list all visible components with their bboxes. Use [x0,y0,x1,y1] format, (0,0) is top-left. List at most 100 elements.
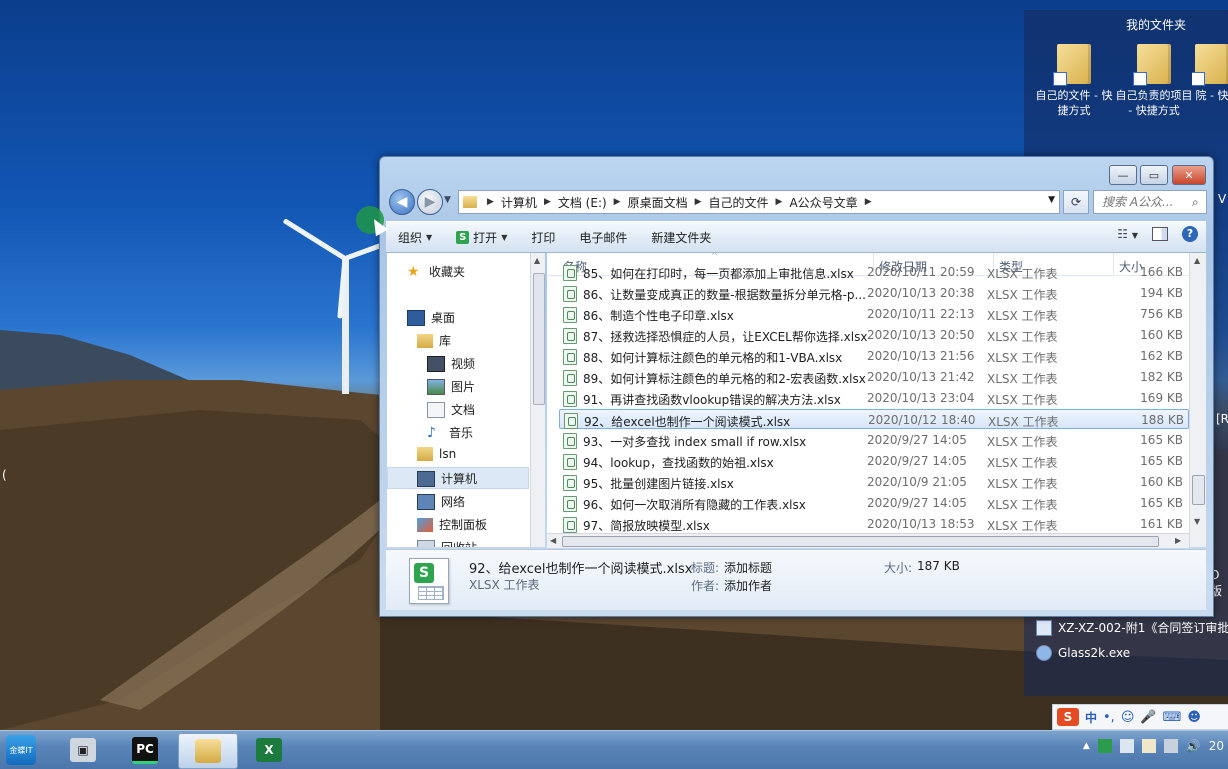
preview-pane-icon[interactable] [1152,227,1168,241]
print-button[interactable]: 打印 [519,229,567,246]
file-row[interactable]: 89、如何计算标注颜色的单元格的和2-宏表函数.xlsx 2020/10/13 2… [559,367,1187,387]
file-scroll-thumb[interactable] [1192,475,1205,505]
taskbar-app-pycharm[interactable]: PC [116,733,174,767]
tray-flag-icon[interactable] [1141,739,1156,753]
file-row[interactable]: 92、给excel也制作一个阅读模式.xlsx 2020/10/12 18:40 X… [559,409,1189,429]
file-row[interactable]: 95、批量创建图片链接.xlsx 2020/10/9 21:05 XLSX 工作表 1… [559,472,1187,492]
breadcrumb-drive-e[interactable]: 文档 (E:) [555,194,610,211]
file-row[interactable]: 91、再讲查找函数vlookup错误的解决方法.xlsx 2020/10/13 2… [559,388,1187,408]
nav-item-desktop[interactable]: 桌面 [407,309,455,326]
search-input[interactable] [1100,194,1190,210]
desktop-shortcut-projects[interactable]: 自己负责的项目 - 快捷方式 [1114,44,1194,118]
desktop-file-contract[interactable]: XZ-XZ-002-附1《合同签订审批 [1036,619,1228,636]
sogou-ime-icon[interactable]: S [1057,708,1079,726]
chevron-right-icon[interactable]: ▶ [691,197,706,207]
organize-menu[interactable]: 组织 ▼ [386,229,444,246]
scroll-left-icon[interactable]: ◀ [550,536,556,545]
file-row[interactable]: 85、如何在打印时，每一页都添加上审批信息.xlsx 2020/10/11 20:… [559,262,1187,282]
chevron-right-icon[interactable]: ▶ [610,197,625,207]
nav-item-pictures[interactable]: 图片 [427,378,475,395]
folder-shortcut-icon [1053,44,1091,86]
file-list-scrollbar[interactable]: ▲ ▼ [1189,253,1206,547]
nav-item-documents[interactable]: 文档 [427,401,475,418]
nav-scrollbar[interactable]: ▲ [530,253,545,547]
taskbar-app-explorer[interactable] [178,733,238,769]
close-button[interactable]: ✕ [1172,165,1206,185]
nav-item-library[interactable]: 库 [417,332,451,349]
file-name: 86、制造个性电子印章.xlsx [583,309,734,323]
nav-item-favorites[interactable]: ★ 收藏夹 [407,263,465,280]
file-date: 2020/10/13 20:50 [867,328,975,342]
tray-network-icon[interactable] [1119,739,1134,753]
emoji-icon[interactable]: ☺ [1121,710,1135,725]
file-row[interactable]: 93、一对多查找 index small if row.xlsx 2020/9/2… [559,430,1187,450]
back-arrow-icon: ◀ [396,194,408,210]
pictures-icon [427,378,445,395]
help-icon[interactable]: ? [1182,226,1198,242]
nav-item-computer[interactable]: 计算机 [417,470,477,487]
new-folder-button[interactable]: 新建文件夹 [639,229,723,246]
file-row[interactable]: 97、简报放映模型.xlsx 2020/10/13 18:53 XLSX 工作表 16… [559,514,1187,534]
user-icon[interactable]: ☻ [1187,710,1201,725]
clock[interactable]: 20 [1209,739,1224,753]
desktop-shortcut-own-files[interactable]: 自己的文件 - 快捷方式 [1034,44,1114,118]
maximize-button[interactable]: ▭ [1140,165,1168,185]
forward-button[interactable]: ▶ [417,189,443,215]
breadcrumb-computer[interactable]: 计算机 [498,194,540,211]
desktop-file-label: Glass2k.exe [1058,646,1131,660]
file-row[interactable]: 86、制造个性电子印章.xlsx 2020/10/11 22:13 XLSX 工作表… [559,304,1187,324]
desktop-shortcut-partial[interactable]: 院 - 快 [1192,44,1228,103]
details-title-value[interactable]: 添加标题 [724,559,772,576]
breadcrumb-own-files[interactable]: 自己的文件 [706,194,772,211]
scroll-right-icon[interactable]: ▶ [1175,536,1181,545]
volume-icon[interactable]: 🔊 [1186,739,1201,753]
nav-item-music[interactable]: ♪ 音乐 [427,424,473,441]
chevron-right-icon[interactable]: ▶ [861,197,876,207]
nav-scroll-thumb[interactable] [533,273,545,405]
nav-item-control-panel[interactable]: 控制面板 [417,516,487,533]
start-button[interactable]: 金蝶IT [4,733,38,767]
file-row[interactable]: 96、如何一次取消所有隐藏的工作表.xlsx 2020/9/27 14:05 XLS… [559,493,1187,513]
open-menu[interactable]: S 打开 ▼ [444,229,519,246]
file-size: 182 KB [1140,370,1183,384]
address-bar[interactable]: ▶ 计算机 ▶ 文档 (E:) ▶ 原桌面文档 ▶ 自己的文件 ▶ A公众号文章… [458,190,1060,214]
taskbar-app-excel[interactable]: X [240,733,298,767]
tray-expand-icon[interactable]: ▲ [1083,741,1090,751]
file-row[interactable]: 87、拯救选择恐惧症的人员，让EXCEL帮你选择.xlsx 2020/10/13 … [559,325,1187,345]
file-row[interactable]: 88、如何计算标注颜色的单元格的和1-VBA.xlsx 2020/10/13 21… [559,346,1187,366]
horizontal-scrollbar[interactable]: ◀ ▶ [547,533,1189,548]
tray-monitor-icon[interactable] [1163,739,1178,753]
email-button[interactable]: 电子邮件 [567,229,639,246]
breadcrumb-desktop-docs[interactable]: 原桌面文档 [625,194,691,211]
search-box[interactable]: ⌕ [1093,190,1207,214]
horizontal-scroll-thumb[interactable] [562,536,1159,547]
file-row[interactable]: 86、让数量变成真正的数量-根据数量拆分单元格-p... 2020/10/13 2… [559,283,1187,303]
search-icon[interactable]: ⌕ [1192,195,1199,210]
address-history-dropdown[interactable]: ▼ [1048,195,1055,205]
nav-item-lsn[interactable]: lsn [417,447,456,461]
chevron-right-icon[interactable]: ▶ [772,197,787,207]
refresh-button[interactable]: ⟳ [1063,190,1089,214]
scroll-up-icon[interactable]: ▲ [534,256,540,265]
taskbar-app-video[interactable]: ▣ [54,733,112,767]
details-author-value[interactable]: 添加作者 [724,577,772,594]
scroll-down-icon[interactable]: ▼ [1194,517,1200,526]
microphone-icon[interactable]: 🎤 [1140,710,1156,725]
file-row[interactable]: 94、lookup，查找函数的始祖.xlsx 2020/9/27 14:05 XLS… [559,451,1187,471]
nav-item-video[interactable]: 视频 [427,355,475,372]
punctuation-icon[interactable]: •, [1103,710,1115,725]
scroll-up-icon[interactable]: ▲ [1194,256,1200,265]
back-button[interactable]: ◀ [389,189,415,215]
ime-mode-toggle[interactable]: 中 [1085,709,1097,726]
chevron-right-icon[interactable]: ▶ [540,197,555,207]
minimize-button[interactable]: — [1109,165,1137,185]
tray-app-icon[interactable] [1097,739,1112,753]
desktop-file-glass2k[interactable]: Glass2k.exe [1036,645,1130,661]
recent-pages-dropdown[interactable]: ▼ [444,195,451,205]
nav-item-recycle-bin[interactable]: 回收站 [417,539,477,547]
keyboard-icon[interactable]: ⌨ [1163,710,1182,725]
nav-item-network[interactable]: 网络 [417,493,465,510]
desktop-edge-text-v: V [1218,192,1227,206]
breadcrumb-articles[interactable]: A公众号文章 [786,194,860,211]
view-options-icon[interactable]: ☷ ▼ [1117,227,1138,241]
